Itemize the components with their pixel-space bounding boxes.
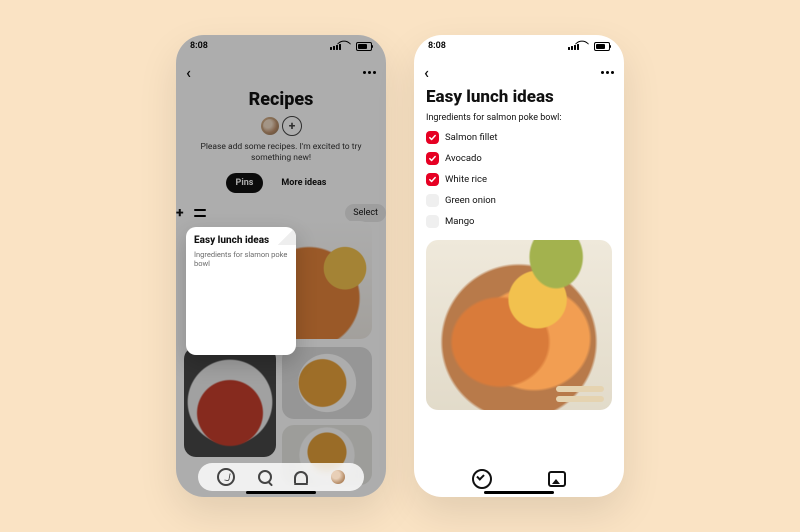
ingredient-item[interactable]: White rice — [426, 173, 612, 186]
status-bar: 8:08 — [414, 35, 624, 57]
status-time: 8:08 — [190, 41, 208, 51]
ingredient-label: Avocado — [445, 153, 482, 164]
add-collaborator-button[interactable]: + — [282, 116, 302, 136]
nav-notifications-icon[interactable] — [294, 471, 308, 483]
back-button[interactable]: ‹ — [424, 63, 429, 82]
ingredient-label: Mango — [445, 216, 474, 227]
note-card-title: Easy lunch ideas — [194, 235, 288, 247]
phone-board-view: 8:08 ‹ Recipes + Please add some recipes… — [176, 35, 386, 497]
nav-profile-icon[interactable] — [331, 470, 345, 484]
nav-home-icon[interactable] — [217, 468, 235, 486]
pin-thumbnail[interactable] — [282, 347, 372, 419]
add-pin-button[interactable]: + — [176, 205, 184, 221]
ingredient-label: Green onion — [445, 195, 496, 206]
note-title: Easy lunch ideas — [426, 87, 612, 107]
checkbox-icon[interactable] — [426, 152, 439, 165]
checklist-tab-icon[interactable] — [472, 469, 492, 489]
battery-icon — [594, 42, 610, 51]
phone-note-detail: 8:08 ‹ Easy lunch ideas Ingredients for … — [414, 35, 624, 497]
board-title: Recipes — [249, 89, 314, 110]
note-card-subtitle: Ingredients for slamon poke bowl — [194, 250, 288, 268]
ingredient-item[interactable]: Avocado — [426, 152, 612, 165]
home-indicator — [246, 491, 316, 494]
checkbox-icon[interactable] — [426, 173, 439, 186]
ingredient-label: White rice — [445, 174, 487, 185]
status-time: 8:08 — [428, 41, 446, 51]
nav-dock — [198, 463, 364, 491]
image-tab-icon[interactable] — [548, 471, 566, 487]
ingredient-item[interactable]: Green onion — [426, 194, 612, 207]
note-subtitle: Ingredients for salmon poke bowl: — [426, 113, 612, 123]
status-bar: 8:08 — [176, 35, 386, 57]
checkbox-icon[interactable] — [426, 131, 439, 144]
collaborator-avatar[interactable] — [260, 116, 280, 136]
checkbox-icon[interactable] — [426, 194, 439, 207]
tab-pins[interactable]: Pins — [226, 173, 264, 193]
tab-more-ideas[interactable]: More ideas — [271, 173, 336, 193]
nav-search-icon[interactable] — [258, 470, 272, 484]
note-image[interactable] — [426, 240, 612, 410]
ingredient-list: Salmon fillet Avocado White rice Green onio… — [426, 131, 612, 228]
wifi-icon — [582, 42, 591, 51]
checkbox-icon[interactable] — [426, 215, 439, 228]
more-options-button[interactable] — [363, 71, 376, 74]
more-options-button[interactable] — [601, 71, 614, 74]
ingredient-item[interactable]: Salmon fillet — [426, 131, 612, 144]
battery-icon — [356, 42, 372, 51]
back-button[interactable]: ‹ — [186, 63, 191, 82]
wifi-icon — [344, 42, 353, 51]
organize-button[interactable] — [194, 207, 206, 219]
home-indicator — [484, 491, 554, 494]
ingredient-label: Salmon fillet — [445, 132, 498, 143]
select-button[interactable]: Select — [345, 204, 386, 222]
note-card[interactable]: Easy lunch ideas Ingredients for slamon … — [186, 227, 296, 355]
board-description: Please add some recipes. I'm excited to … — [196, 142, 366, 163]
ingredient-item[interactable]: Mango — [426, 215, 612, 228]
pin-thumbnail[interactable] — [184, 347, 276, 457]
